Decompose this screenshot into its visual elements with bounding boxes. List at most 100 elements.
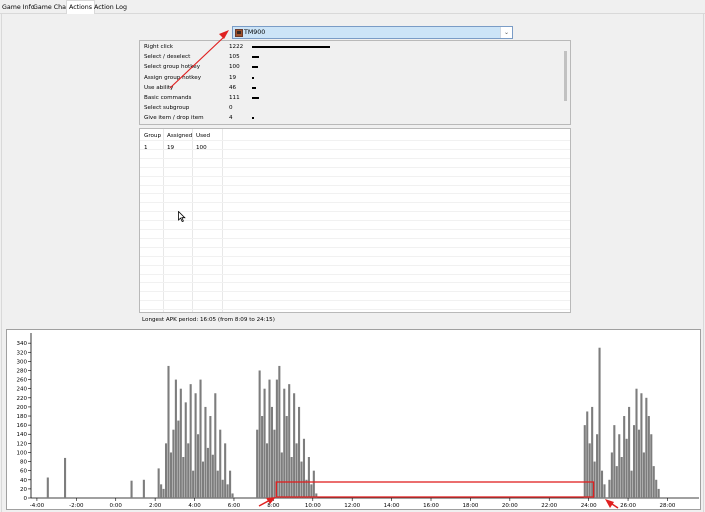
action-name: Right click: [144, 44, 174, 50]
apm-bar: [598, 347, 601, 498]
apm-bar: [209, 416, 212, 498]
apm-bar: [290, 457, 293, 498]
apm-bar: [302, 438, 306, 498]
x-tick-label: 14:00: [384, 503, 400, 509]
apm-bar: [312, 470, 315, 498]
player-name: TM900: [244, 29, 266, 36]
y-tick-label: 160: [17, 423, 28, 429]
apm-bar: [197, 434, 200, 498]
apm-bar: [623, 416, 626, 498]
grid-line: [140, 229, 570, 230]
apm-bar: [615, 466, 618, 498]
apm-bar: [187, 443, 190, 498]
y-tick-label: 0: [24, 496, 28, 502]
tab-actions[interactable]: Actions: [66, 0, 96, 14]
y-tick-label: 40: [20, 478, 27, 484]
x-tick-label: 12:00: [344, 503, 360, 509]
action-name: Select subgroup: [144, 105, 190, 112]
grid-line: [140, 282, 570, 284]
action-row: Select subgroup 0: [144, 103, 564, 113]
apm-bar: [310, 484, 313, 498]
x-tick-label: 22:00: [541, 503, 557, 509]
action-count: 100: [229, 64, 240, 71]
apm-bar: [632, 425, 636, 498]
action-count: 1222: [229, 44, 244, 50]
action-bar: [252, 66, 259, 69]
x-tick-label: -4:00: [30, 503, 45, 509]
apm-bar: [226, 484, 229, 498]
grid-line: [140, 202, 570, 204]
scrollbar[interactable]: [564, 51, 567, 101]
apm-bar: [219, 429, 222, 498]
apm-bar: [268, 379, 271, 498]
apm-bar: [172, 429, 175, 498]
apm-bar: [216, 470, 219, 498]
player-portrait-icon: [235, 29, 243, 37]
apm-bar: [142, 479, 145, 498]
apm-bar: [160, 484, 163, 498]
apm-bar: [214, 393, 217, 498]
grid-line: [140, 291, 570, 293]
action-name: Basic commands: [144, 95, 192, 101]
action-row: Select group hotkey 100: [144, 62, 564, 72]
grid-line: [140, 148, 570, 150]
apm-bar: [647, 416, 650, 498]
x-tick-label: 16:00: [423, 503, 439, 509]
apm-bar: [182, 457, 185, 498]
apm-bar: [600, 470, 604, 498]
apm-bar: [162, 488, 165, 498]
tab-game-chat[interactable]: Game Chat: [31, 1, 70, 14]
action-bar: [252, 86, 256, 89]
action-bar: [252, 46, 330, 48]
y-tick-label: 260: [17, 378, 28, 384]
tab-action-log[interactable]: Action Log: [92, 1, 129, 14]
apm-bar: [285, 416, 288, 498]
action-count: 105: [229, 54, 240, 61]
apm-bar: [265, 443, 269, 498]
apm-bar: [174, 379, 177, 498]
apm-bar: [652, 466, 655, 498]
action-count: 19: [229, 74, 237, 81]
action-name: Use ability: [144, 84, 174, 91]
apm-bar: [157, 468, 160, 498]
grid-line: [140, 246, 570, 248]
apm-bar: [588, 443, 591, 498]
action-row: Use ability 46: [144, 83, 564, 93]
y-tick-label: 280: [17, 368, 28, 374]
apm-bar: [645, 397, 648, 498]
apm-bar: [258, 370, 261, 498]
player-select[interactable]: TM900 ⌄: [232, 26, 513, 39]
apm-bar: [201, 461, 205, 498]
x-tick-label: 8:00: [267, 503, 280, 509]
apm-bar: [650, 434, 653, 498]
apm-bar: [261, 416, 264, 498]
apm-bar: [608, 479, 611, 498]
action-name: Select group hotkey: [144, 64, 201, 71]
chevron-down-icon[interactable]: ⌄: [500, 27, 512, 38]
apm-bar: [211, 454, 214, 498]
apm-bar: [221, 479, 224, 498]
y-tick-label: 240: [17, 387, 28, 393]
grid-line: [140, 273, 570, 275]
apm-bar: [603, 484, 606, 498]
action-row: Select / deselect 105: [144, 52, 564, 62]
apm-bar: [640, 393, 643, 498]
tab-strip: Game Info Game Chat Actions Action Log: [0, 0, 705, 14]
apm-bar: [630, 470, 633, 498]
apm-bar: [229, 470, 232, 498]
grid-line: [140, 264, 570, 266]
x-tick-label: 28:00: [660, 503, 676, 509]
apm-bar: [307, 457, 310, 498]
longest-apm-period: Longest APK period: 16:05 (from 8:09 to …: [142, 317, 275, 323]
grid-line: [140, 184, 570, 186]
action-name: Select / deselect: [144, 54, 191, 61]
y-tick-label: 320: [17, 350, 28, 356]
x-tick-label: 18:00: [462, 503, 478, 509]
x-tick-label: 6:00: [228, 503, 241, 509]
grid-line: [140, 175, 570, 177]
grid-line: [140, 237, 570, 239]
apm-bar: [583, 425, 586, 498]
apm-bar: [184, 402, 187, 498]
apm-bar: [591, 406, 594, 498]
apm-bar: [270, 406, 274, 498]
